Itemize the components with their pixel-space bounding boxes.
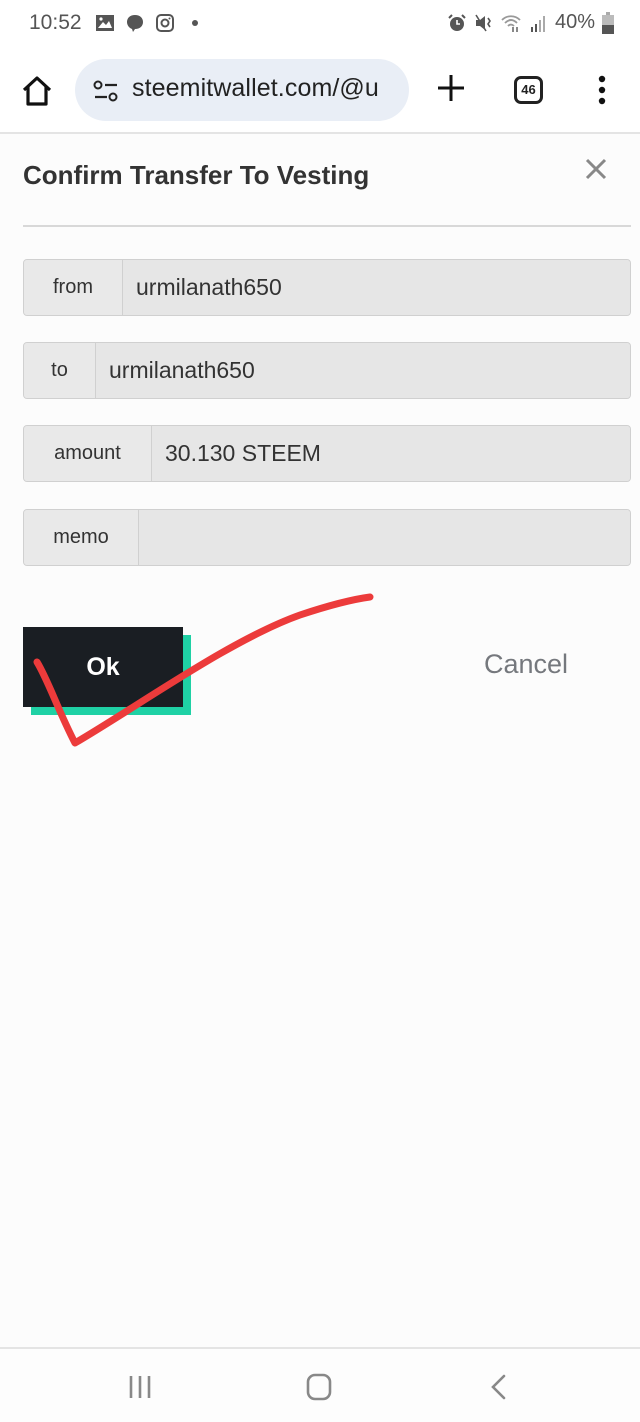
modal-title: Confirm Transfer To Vesting	[23, 160, 370, 190]
back-icon[interactable]	[488, 1373, 508, 1401]
from-input[interactable]: urmilanath650	[123, 260, 630, 315]
chat-bubble-icon	[127, 15, 143, 32]
new-tab-icon[interactable]	[435, 72, 467, 104]
battery-icon	[602, 11, 614, 34]
mute-vibrate-icon	[475, 14, 491, 31]
system-nav-bar	[0, 1347, 640, 1422]
instagram-icon	[156, 14, 174, 32]
close-icon[interactable]	[584, 157, 608, 181]
status-bar: 10:52 40%	[0, 0, 640, 48]
address-bar[interactable]: steemitwallet.com/@u	[75, 59, 409, 121]
tab-switcher-button[interactable]: 46	[514, 76, 543, 104]
to-input[interactable]: urmilanath650	[96, 343, 630, 398]
wifi-icon	[501, 14, 521, 32]
browser-toolbar: steemitwallet.com/@u 46	[0, 48, 640, 134]
site-settings-icon[interactable]	[93, 79, 119, 103]
field-label: amount	[24, 426, 152, 481]
notification-icons	[95, 13, 205, 33]
to-field: to urmilanath650	[23, 342, 631, 399]
cancel-button[interactable]: Cancel	[484, 649, 568, 680]
home-icon[interactable]	[20, 74, 54, 108]
amount-field: amount 30.130 STEEM	[23, 425, 631, 482]
gallery-icon	[96, 15, 114, 31]
dot-icon	[192, 20, 198, 26]
field-label: from	[24, 260, 123, 315]
more-options-icon[interactable]	[596, 74, 608, 106]
field-label: to	[24, 343, 96, 398]
memo-input[interactable]	[139, 510, 630, 565]
recent-apps-icon[interactable]	[128, 1374, 152, 1400]
field-label: memo	[24, 510, 139, 565]
url-text[interactable]: steemitwallet.com/@u	[132, 74, 379, 103]
amount-input[interactable]: 30.130 STEEM	[152, 426, 630, 481]
title-divider	[23, 225, 631, 227]
system-icons: 40%	[447, 11, 614, 34]
memo-field: memo	[23, 509, 631, 566]
from-field: from urmilanath650	[23, 259, 631, 316]
ok-button[interactable]: Ok	[23, 627, 183, 707]
signal-icon	[530, 15, 545, 32]
battery-percent: 40%	[554, 11, 595, 33]
home-nav-icon[interactable]	[306, 1373, 332, 1401]
alarm-icon	[448, 13, 466, 31]
status-time: 10:52	[29, 11, 82, 34]
